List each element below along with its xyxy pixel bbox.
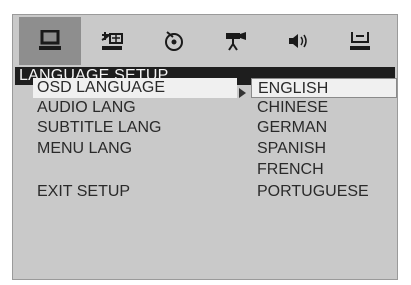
option-chinese[interactable]: CHINESE (257, 98, 328, 118)
tab-general-setup[interactable] (19, 17, 81, 65)
option-english[interactable]: ENGLISH (251, 78, 397, 98)
tab-preference-setup[interactable] (329, 17, 391, 65)
menu-item-audio-lang[interactable]: AUDIO LANG (37, 98, 136, 118)
tab-speaker-setup[interactable] (267, 17, 329, 65)
menu-item-exit-setup[interactable]: EXIT SETUP (37, 182, 130, 202)
option-french[interactable]: FRENCH (257, 160, 324, 180)
menu-item-menu-lang[interactable]: MENU LANG (37, 139, 132, 159)
option-spanish[interactable]: SPANISH (257, 139, 326, 159)
tab-audio-setup[interactable] (143, 17, 205, 65)
option-german[interactable]: GERMAN (257, 118, 327, 138)
audio-setup-icon (165, 31, 183, 51)
language-setup-icon (101, 32, 123, 50)
menu-item-osd-language[interactable]: OSD LANGUAGE (33, 78, 237, 98)
video-setup-icon (226, 32, 246, 51)
tab-video-setup[interactable] (205, 17, 267, 65)
general-setup-icon (39, 30, 61, 50)
setup-tab-bar (15, 17, 395, 65)
setup-screen: LANGUAGE SETUP OSD LANGUAGE AUDIO LANG S… (12, 14, 398, 280)
preference-setup-icon (350, 32, 370, 50)
submenu-arrow-icon (239, 88, 246, 98)
speaker-setup-icon (289, 34, 307, 48)
menu-item-subtitle-lang[interactable]: SUBTITLE LANG (37, 118, 161, 138)
option-portuguese[interactable]: PORTUGUESE (257, 182, 369, 202)
tab-language-setup[interactable] (81, 17, 143, 65)
